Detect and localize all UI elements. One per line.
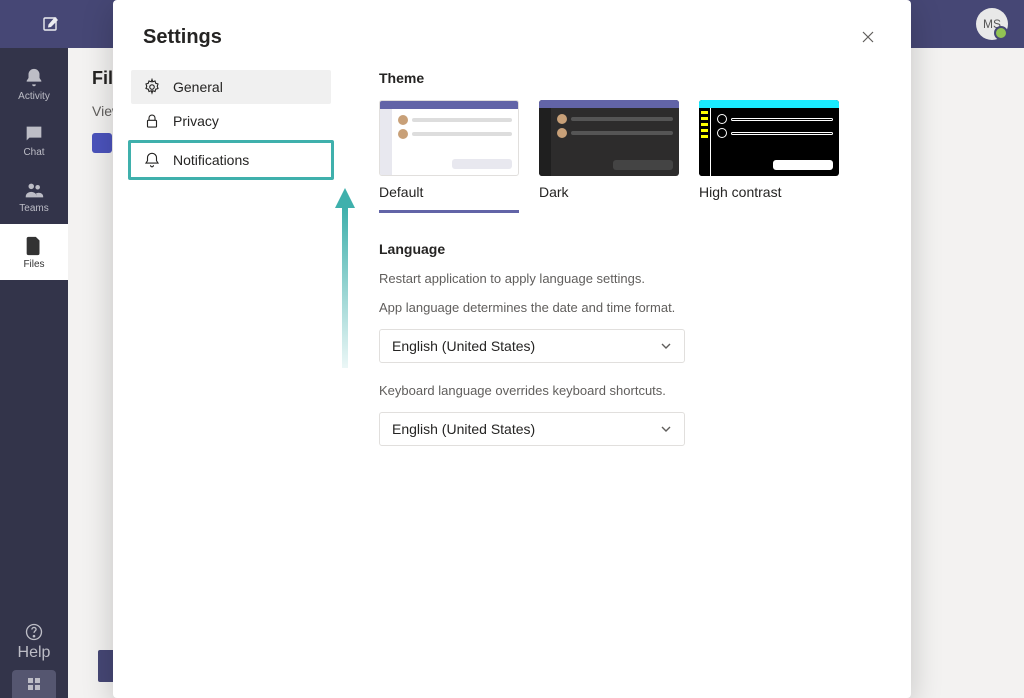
rail-label: Teams xyxy=(19,203,48,214)
rail-label: Help xyxy=(18,644,51,662)
compose-icon[interactable] xyxy=(42,15,60,33)
rail-label: Chat xyxy=(23,147,44,158)
modal-title: Settings xyxy=(143,26,222,49)
settings-nav: General Privacy Notifications xyxy=(131,60,331,668)
lock-icon xyxy=(143,112,161,130)
language-restart-hint: Restart application to apply language se… xyxy=(379,271,881,286)
nav-label: General xyxy=(173,79,223,95)
app-language-dropdown[interactable]: English (United States) xyxy=(379,329,685,363)
nav-general[interactable]: General xyxy=(131,70,331,104)
rail-files[interactable]: Files xyxy=(0,224,68,280)
rail-chat[interactable]: Chat xyxy=(0,112,68,168)
theme-preview-hc xyxy=(699,100,839,176)
chevron-down-icon xyxy=(660,340,672,352)
rail-help[interactable]: Help xyxy=(0,614,68,670)
close-icon xyxy=(861,30,875,44)
chevron-down-icon xyxy=(660,423,672,435)
theme-heading: Theme xyxy=(379,70,881,86)
theme-label: High contrast xyxy=(699,184,839,200)
apps-icon xyxy=(26,676,42,692)
gear-icon xyxy=(143,78,161,96)
app-language-hint: App language determines the date and tim… xyxy=(379,300,881,315)
avatar-initials: MS xyxy=(983,17,1001,31)
language-heading: Language xyxy=(379,241,881,257)
theme-high-contrast[interactable]: High contrast xyxy=(699,100,839,213)
theme-label: Dark xyxy=(539,184,679,200)
settings-modal: Settings General Privacy Notifications xyxy=(113,0,911,698)
rail-apps[interactable] xyxy=(12,670,56,698)
people-icon xyxy=(23,179,45,201)
chat-icon xyxy=(23,123,45,145)
nav-label: Notifications xyxy=(173,152,249,168)
theme-dark[interactable]: Dark xyxy=(539,100,679,213)
file-icon xyxy=(23,235,45,257)
theme-preview-dark xyxy=(539,100,679,176)
keyboard-language-hint: Keyboard language overrides keyboard sho… xyxy=(379,383,881,398)
rail-teams[interactable]: Teams xyxy=(0,168,68,224)
rail-label: Files xyxy=(23,259,44,270)
nav-privacy[interactable]: Privacy xyxy=(131,104,331,138)
nav-label: Privacy xyxy=(173,113,219,129)
theme-default[interactable]: Default xyxy=(379,100,519,213)
bell-icon xyxy=(143,151,161,169)
tutorial-arrow xyxy=(335,188,355,388)
teams-logo-icon xyxy=(92,133,112,153)
rail-label: Activity xyxy=(18,91,50,102)
nav-notifications[interactable]: Notifications xyxy=(128,140,334,180)
bell-icon xyxy=(23,67,45,89)
dropdown-value: English (United States) xyxy=(392,338,535,354)
app-rail: Activity Chat Teams Files Help xyxy=(0,48,68,698)
avatar[interactable]: MS xyxy=(976,8,1008,40)
keyboard-language-dropdown[interactable]: English (United States) xyxy=(379,412,685,446)
dropdown-value: English (United States) xyxy=(392,421,535,437)
rail-activity[interactable]: Activity xyxy=(0,56,68,112)
theme-preview-default xyxy=(379,100,519,176)
close-button[interactable] xyxy=(855,24,881,50)
theme-label: Default xyxy=(379,184,519,200)
help-icon xyxy=(24,622,44,642)
settings-panel: Theme Default xyxy=(379,60,881,668)
